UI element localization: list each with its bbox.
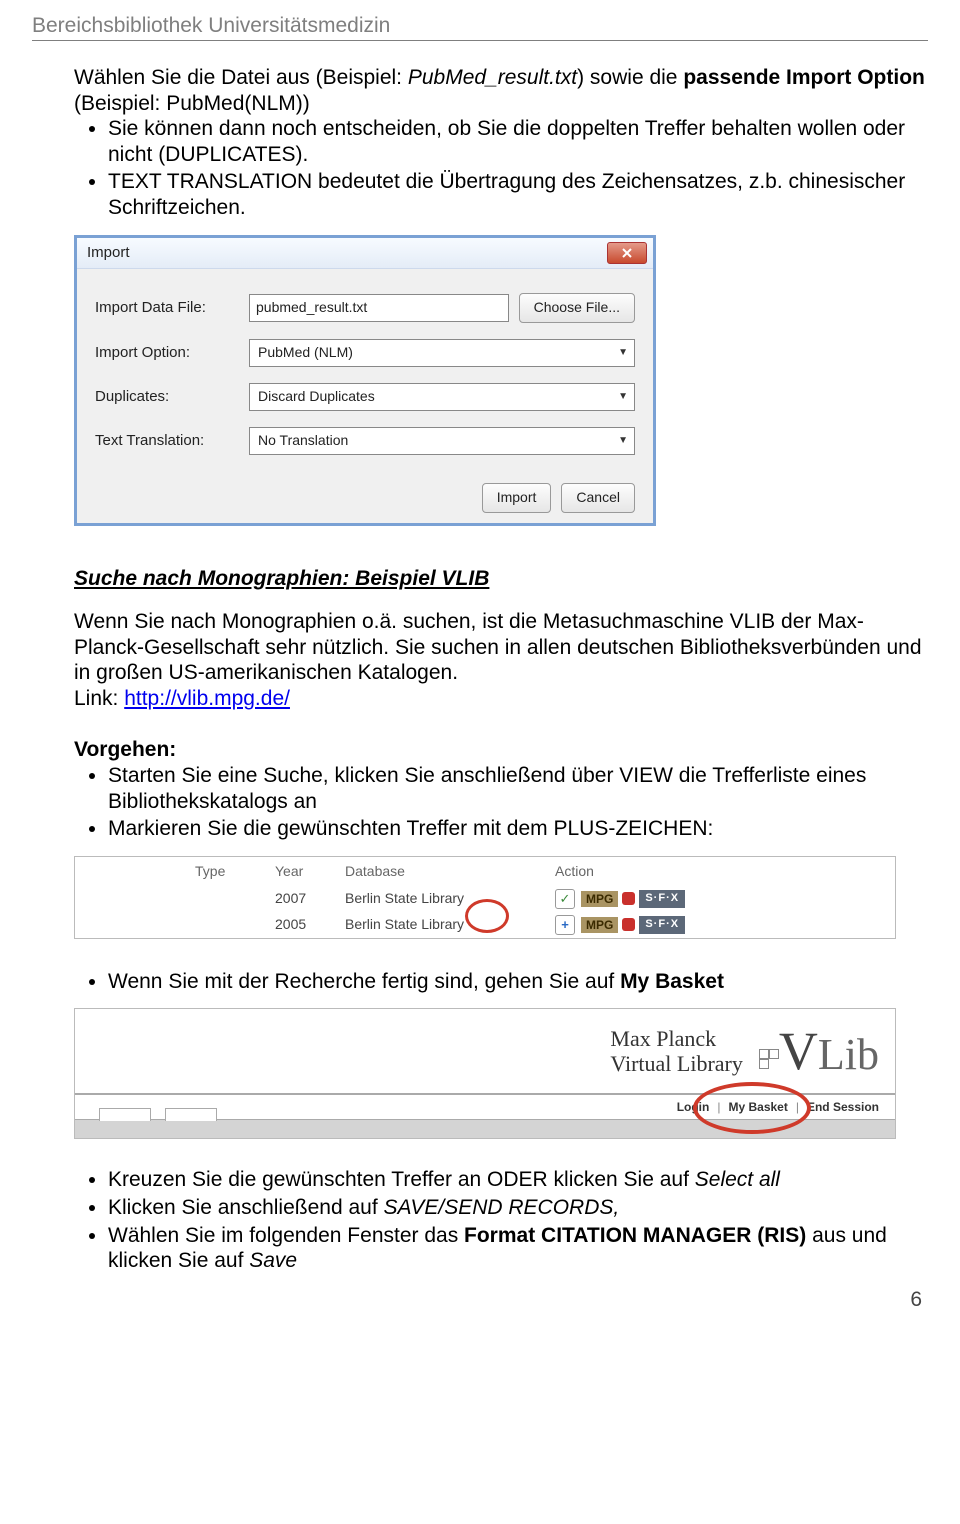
table-row: 2005 Berlin State Library + MPG S·F·X xyxy=(75,912,895,938)
duplicates-dropdown[interactable]: Discard Duplicates ▼ xyxy=(249,383,635,411)
red-dot-icon[interactable] xyxy=(622,892,635,905)
plus-icon[interactable]: + xyxy=(555,915,575,935)
italic-select-all: Select all xyxy=(695,1168,780,1191)
sfx-badge[interactable]: S·F·X xyxy=(639,890,685,907)
dropdown-value: PubMed (NLM) xyxy=(258,344,353,361)
dropdown-value: Discard Duplicates xyxy=(258,388,375,405)
page-header: Bereichsbibliothek Universitätsmedizin xyxy=(32,14,928,41)
chevron-down-icon: ▼ xyxy=(618,347,628,359)
text: ) sowie die xyxy=(577,66,683,89)
chevron-down-icon: ▼ xyxy=(618,435,628,447)
import-dialog: Import Import Data File: pubmed_result.t… xyxy=(74,235,656,526)
col-header-database: Database xyxy=(345,863,555,880)
bold-my-basket: My Basket xyxy=(620,970,724,993)
page-number: 6 xyxy=(32,1288,928,1312)
mpg-badge[interactable]: MPG xyxy=(581,891,618,908)
bullet-my-basket: Wenn Sie mit der Recherche fertig sind, … xyxy=(108,969,928,995)
intro-bullet-2: TEXT TRANSLATION bedeutet die Übertragun… xyxy=(108,169,928,220)
link-label: Link: xyxy=(74,687,124,710)
col-header-year: Year xyxy=(275,863,345,880)
cell-year: 2007 xyxy=(195,890,345,907)
final-bullet-2: Klicken Sie anschließend auf SAVE/SEND R… xyxy=(108,1195,928,1221)
vorgehen-bullet-1: Starten Sie eine Suche, klicken Sie ansc… xyxy=(108,763,928,814)
mpg-badge[interactable]: MPG xyxy=(581,917,618,934)
label-text-translation: Text Translation: xyxy=(95,432,249,450)
col-header-type: Type xyxy=(195,863,275,880)
table-row: 2007 Berlin State Library ✓ MPG S·F·X xyxy=(75,886,895,912)
import-option-dropdown[interactable]: PubMed (NLM) ▼ xyxy=(249,339,635,367)
intro-paragraph-1: Wählen Sie die Datei aus (Beispiel: PubM… xyxy=(74,65,928,116)
italic-save-send: SAVE/SEND RECORDS, xyxy=(384,1196,620,1219)
choose-file-button[interactable]: Choose File... xyxy=(519,293,635,323)
text: Kreuzen Sie die gewünschten Treffer an O… xyxy=(108,1168,695,1191)
vlib-header-screenshot: Max Planck Virtual Library VLib Login | … xyxy=(74,1008,896,1139)
col-header-action: Action xyxy=(555,863,715,880)
italic-save: Save xyxy=(249,1249,297,1272)
text: Wählen Sie im folgenden Fenster das xyxy=(108,1224,464,1247)
vlib-name-line2: Virtual Library xyxy=(610,1051,742,1076)
import-data-file-input[interactable]: pubmed_result.txt xyxy=(249,294,509,322)
sfx-badge[interactable]: S·F·X xyxy=(639,916,685,933)
text: Wählen Sie die Datei aus (Beispiel: xyxy=(74,66,408,89)
dots-icon xyxy=(759,1049,779,1069)
cell-db: Berlin State Library xyxy=(345,890,555,907)
text: Wenn Sie mit der Recherche fertig sind, … xyxy=(108,970,620,993)
label-duplicates: Duplicates: xyxy=(95,388,249,406)
results-table: Type Year Database Action 2007 Berlin St… xyxy=(74,856,896,939)
vorgehen-bullet-2: Markieren Sie die gewünschten Treffer mi… xyxy=(108,816,928,842)
dropdown-value: No Translation xyxy=(258,432,348,449)
close-icon xyxy=(622,248,632,258)
bold-citation-manager: Format CITATION MANAGER (RIS) xyxy=(464,1224,806,1247)
vlib-name-line1: Max Planck xyxy=(610,1026,742,1051)
chevron-down-icon: ▼ xyxy=(618,391,628,403)
cell-year: 2005 xyxy=(195,916,345,933)
cancel-button[interactable]: Cancel xyxy=(561,483,635,513)
check-icon[interactable]: ✓ xyxy=(555,889,575,909)
vorgehen-heading: Vorgehen: xyxy=(74,737,928,763)
end-session-link[interactable]: End Session xyxy=(807,1100,879,1115)
text: Klicken Sie anschließend auf xyxy=(108,1196,384,1219)
filename: PubMed_result.txt xyxy=(408,66,577,89)
close-button[interactable] xyxy=(607,242,647,264)
section-heading-vlib: Suche nach Monographien: Beispiel VLIB xyxy=(74,566,928,592)
vlib-link[interactable]: http://vlib.mpg.de/ xyxy=(124,687,290,710)
vlib-logo: VLib xyxy=(759,1019,879,1085)
section2-paragraph: Wenn Sie nach Monographien o.ä. suchen, … xyxy=(74,609,928,686)
final-bullet-3: Wählen Sie im folgenden Fenster das Form… xyxy=(108,1223,928,1274)
dialog-title: Import xyxy=(87,244,130,262)
text-translation-dropdown[interactable]: No Translation ▼ xyxy=(249,427,635,455)
label-import-option: Import Option: xyxy=(95,344,249,362)
import-button[interactable]: Import xyxy=(482,483,552,513)
dialog-titlebar: Import xyxy=(77,238,653,269)
text: (Beispiel: PubMed(NLM)) xyxy=(74,92,310,115)
label-import-data-file: Import Data File: xyxy=(95,299,249,317)
cell-db: Berlin State Library xyxy=(345,916,555,933)
red-dot-icon[interactable] xyxy=(622,918,635,931)
intro-bullet-1: Sie können dann noch entscheiden, ob Sie… xyxy=(108,116,928,167)
bold-phrase: passende Import Option xyxy=(683,66,925,89)
final-bullet-1: Kreuzen Sie die gewünschten Treffer an O… xyxy=(108,1167,928,1193)
